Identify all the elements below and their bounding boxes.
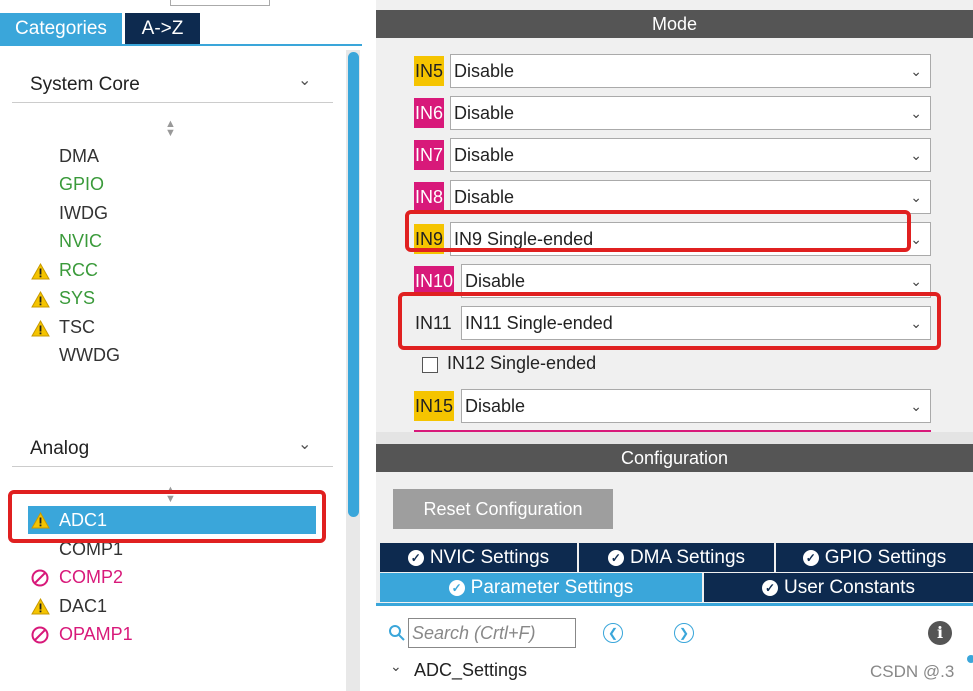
tab-categories[interactable]: Categories (0, 13, 122, 45)
list-item-dma[interactable]: DMA (59, 146, 99, 167)
right-panel: Mode IN5 Disable ⌄ IN6 Disable ⌄ IN7 Disab… (376, 0, 973, 691)
channel-label-in7: IN7 (414, 140, 445, 170)
watermark: CSDN @.3 (870, 662, 955, 681)
list-item-nvic[interactable]: NVIC (59, 231, 102, 252)
check-circle-icon: ✓ (802, 549, 819, 566)
warning-icon (31, 291, 50, 308)
channel-select-in15[interactable]: Disable ⌄ (461, 389, 931, 423)
chevron-down-icon: ⌄ (910, 231, 922, 247)
highlight-box-adc1 (8, 490, 326, 543)
chevron-down-icon[interactable]: ⌄ (298, 434, 311, 454)
sort-icon[interactable]: ▲ ▼ (165, 119, 176, 139)
check-circle-icon: ✓ (407, 549, 424, 566)
highlight-box-in9 (405, 210, 911, 252)
list-item-opamp1[interactable]: OPAMP1 (59, 624, 133, 645)
divider (12, 102, 333, 103)
tab-nvic-settings[interactable]: ✓ NVIC Settings (380, 543, 577, 572)
previous-icon[interactable]: ❮ (603, 623, 623, 643)
channel-select-in8[interactable]: Disable ⌄ (450, 180, 931, 214)
tree-item-adc-settings[interactable]: ADC_Settings (414, 660, 527, 681)
mode-header: Mode (376, 10, 973, 38)
tab-user-constants[interactable]: ✓ User Constants (704, 573, 973, 602)
search-input[interactable]: Search (Crtl+F) (408, 618, 576, 648)
list-item-wwdg[interactable]: WWDG (59, 345, 120, 366)
channel-label-in6: IN6 (414, 98, 445, 128)
channel-label-in15: IN15 (414, 391, 455, 421)
list-item-gpio[interactable]: GPIO (59, 174, 104, 195)
chevron-down-icon: ⌄ (910, 105, 922, 121)
chevron-down-icon[interactable]: ⌄ (390, 658, 402, 675)
list-item-rcc[interactable]: RCC (59, 260, 98, 281)
in12-checkbox-label: IN12 Single-ended (447, 353, 597, 373)
list-item-dac1[interactable]: DAC1 (59, 596, 107, 617)
scrollbar-thumb[interactable] (348, 52, 359, 517)
chevron-down-icon: ⌄ (910, 398, 922, 414)
analog-title[interactable]: Analog (30, 438, 89, 460)
list-item-sys[interactable]: SYS (59, 288, 95, 309)
in12-checkbox[interactable] (422, 357, 438, 373)
chevron-down-icon[interactable]: ⌄ (298, 70, 311, 90)
tab-a-z[interactable]: A->Z (125, 13, 200, 45)
warning-icon (31, 598, 50, 615)
highlight-box-in11 (398, 292, 941, 350)
list-item-comp2[interactable]: COMP2 (59, 567, 123, 588)
forbidden-icon (31, 569, 49, 587)
tab-underline (0, 44, 362, 46)
channel-label-in8: IN8 (414, 182, 445, 212)
chevron-down-icon: ⌄ (910, 189, 922, 205)
channel-select-in7[interactable]: Disable ⌄ (450, 138, 931, 172)
channel-select-in6[interactable]: Disable ⌄ (450, 96, 931, 130)
search-icon (389, 625, 405, 641)
chevron-down-icon: ⌄ (910, 147, 922, 163)
divider (12, 466, 333, 467)
forbidden-icon (31, 626, 49, 644)
tab-gpio-settings[interactable]: ✓ GPIO Settings (776, 543, 973, 572)
configuration-header: Configuration (376, 444, 973, 472)
tab-dma-settings[interactable]: ✓ DMA Settings (579, 543, 774, 572)
reset-configuration-button[interactable]: Reset Configuration (393, 489, 613, 529)
check-circle-icon: ✓ (607, 549, 624, 566)
channel-select-in5[interactable]: Disable ⌄ (450, 54, 931, 88)
next-icon[interactable]: ❯ (674, 623, 694, 643)
check-circle-icon: ✓ (762, 579, 779, 596)
scroll-indicator (967, 655, 973, 663)
warning-icon (31, 263, 50, 280)
chevron-down-icon: ⌄ (910, 63, 922, 79)
list-item-tsc[interactable]: TSC (59, 317, 95, 338)
system-core-title[interactable]: System Core (30, 74, 140, 96)
list-item-iwdg[interactable]: IWDG (59, 203, 108, 224)
left-panel: Categories A->Z System Core ⌄ ▲ ▼ DMA GPI… (0, 0, 364, 691)
warning-icon (31, 320, 50, 337)
top-box (170, 0, 270, 6)
splitter[interactable] (376, 432, 973, 444)
info-icon[interactable]: i (928, 621, 952, 645)
channel-label-in5: IN5 (414, 56, 445, 86)
check-circle-icon: ✓ (448, 579, 465, 596)
tab-parameter-settings[interactable]: ✓ Parameter Settings (380, 573, 702, 602)
